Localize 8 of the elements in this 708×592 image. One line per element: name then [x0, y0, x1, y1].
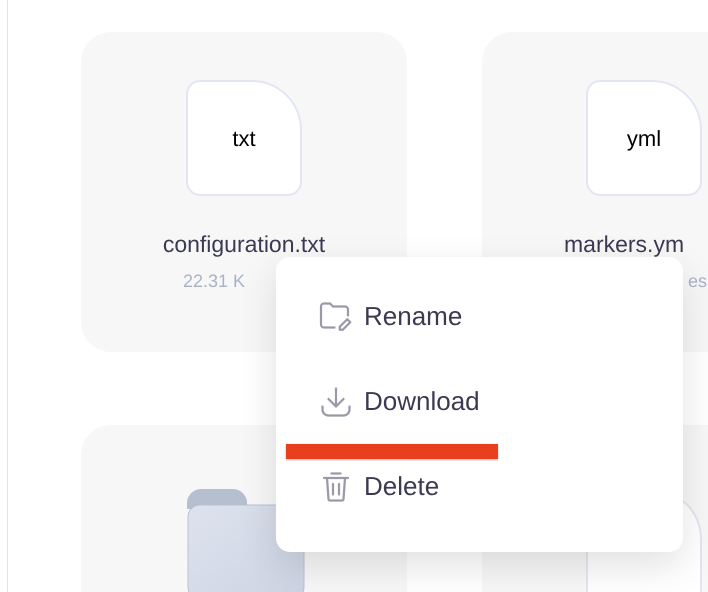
file-icon: yml	[586, 80, 702, 196]
file-icon: txt	[186, 80, 302, 196]
file-size: es	[688, 270, 707, 293]
file-size: 22.31 K	[182, 270, 246, 293]
file-name: markers.ym	[564, 230, 684, 258]
menu-item[interactable]: Delete	[318, 467, 440, 506]
file-name: configuration.txt	[162, 230, 326, 258]
menu-item[interactable]: Download	[318, 382, 480, 421]
